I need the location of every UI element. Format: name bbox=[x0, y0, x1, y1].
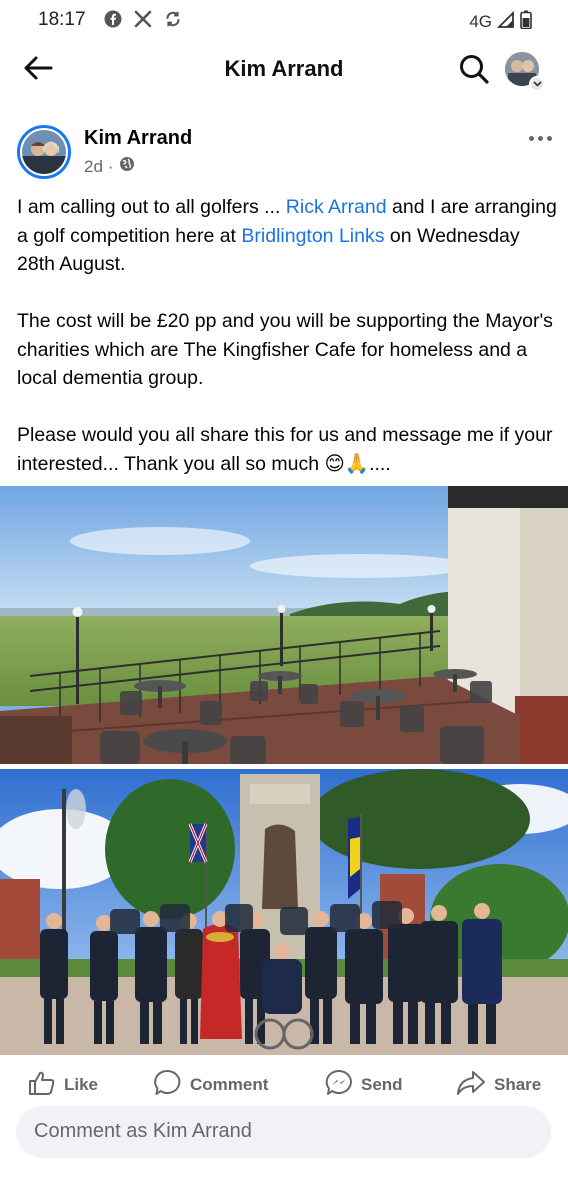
more-dot-icon bbox=[546, 135, 552, 141]
mention-rick-arrand[interactable]: Rick Arrand bbox=[286, 196, 387, 218]
send-label: Send bbox=[361, 1075, 403, 1094]
facebook-icon bbox=[104, 10, 122, 33]
signal-icon bbox=[496, 10, 515, 34]
back-button[interactable] bbox=[20, 52, 56, 88]
comment-button[interactable]: Comment bbox=[154, 1068, 268, 1102]
messenger-icon bbox=[325, 1069, 353, 1102]
comment-label: Comment bbox=[190, 1075, 269, 1094]
post-text: I am calling out to all golfers ... Rick… bbox=[17, 193, 557, 478]
x-icon bbox=[134, 10, 152, 33]
battery-icon bbox=[520, 10, 532, 34]
author-avatar[interactable] bbox=[17, 125, 71, 179]
thumbs-up-icon bbox=[28, 1070, 56, 1101]
comment-placeholder: Comment as Kim Arrand bbox=[34, 1120, 252, 1142]
share-button[interactable]: Share bbox=[456, 1068, 541, 1102]
status-notification-icons bbox=[104, 10, 182, 33]
more-dot-icon bbox=[537, 135, 543, 141]
more-dot-icon bbox=[528, 135, 534, 141]
war-memorial-group-photo[interactable] bbox=[0, 769, 568, 1055]
comment-input[interactable]: Comment as Kim Arrand bbox=[16, 1106, 551, 1158]
share-icon bbox=[456, 1070, 486, 1101]
app-bar: Kim Arrand bbox=[0, 40, 568, 100]
navigation-gesture-area bbox=[0, 1180, 568, 1200]
status-bar: 18:17 4G bbox=[0, 0, 568, 40]
like-button[interactable]: Like bbox=[28, 1068, 98, 1102]
globe-icon bbox=[119, 156, 135, 177]
post-time[interactable]: 2d bbox=[84, 157, 103, 177]
send-button[interactable]: Send bbox=[325, 1068, 403, 1102]
status-time: 18:17 bbox=[38, 9, 86, 30]
author-name[interactable]: Kim Arrand bbox=[84, 127, 192, 150]
meta-separator: · bbox=[107, 156, 114, 176]
mention-bridlington-links[interactable]: Bridlington Links bbox=[241, 225, 384, 247]
sync-icon bbox=[164, 10, 182, 33]
comment-icon bbox=[154, 1069, 182, 1102]
post-header: Kim Arrand 2d · bbox=[0, 118, 568, 184]
post-paragraph-2: The cost will be £20 pp and you will be … bbox=[17, 310, 553, 389]
search-button[interactable] bbox=[455, 52, 493, 90]
text-span: I am calling out to all golfers ... bbox=[17, 196, 286, 218]
post-paragraph-1: I am calling out to all golfers ... Rick… bbox=[17, 193, 557, 279]
post-paragraph-3: Please would you all share this for us a… bbox=[17, 424, 553, 475]
search-icon bbox=[458, 53, 490, 90]
profile-menu-button[interactable] bbox=[505, 52, 545, 92]
chevron-down-icon bbox=[529, 76, 545, 92]
status-system-icons: 4G bbox=[469, 10, 532, 34]
arrow-left-icon bbox=[23, 55, 53, 86]
golf-club-terrace-photo[interactable] bbox=[0, 486, 568, 764]
share-label: Share bbox=[494, 1075, 542, 1094]
network-type: 4G bbox=[469, 12, 492, 31]
more-options-button[interactable] bbox=[524, 126, 556, 150]
post-meta: 2d · bbox=[84, 156, 135, 177]
post-actions: Like Comment Send Share bbox=[0, 1062, 568, 1106]
like-label: Like bbox=[64, 1075, 99, 1094]
